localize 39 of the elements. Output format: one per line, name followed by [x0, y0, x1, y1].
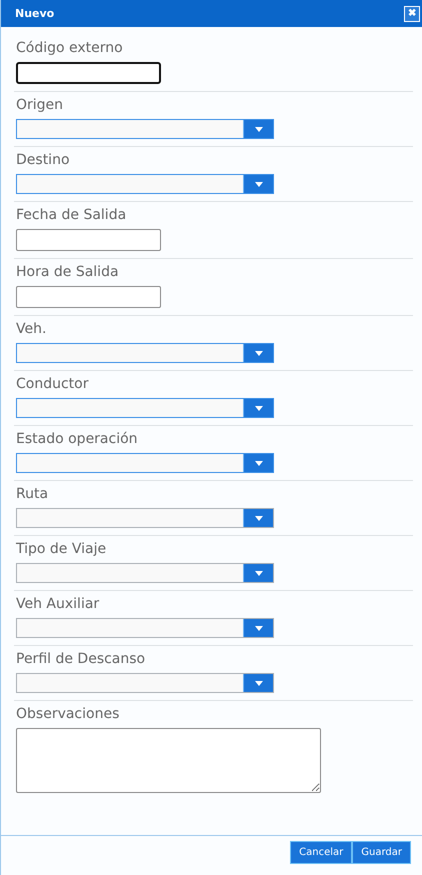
dropdown-field[interactable] [16, 618, 274, 638]
dropdown-field[interactable] [16, 673, 274, 693]
field-label: Perfil de Descanso [16, 650, 146, 669]
field-label: Conductor [16, 375, 88, 394]
caret-icon [254, 516, 262, 520]
field-label: Estado operación [16, 430, 138, 449]
field-label: Tipo de Viaje [16, 540, 106, 559]
caret-icon [254, 126, 262, 132]
caret-icon [254, 570, 262, 576]
dropdown-field[interactable] [16, 174, 274, 194]
dropdown-field[interactable] [16, 453, 274, 473]
close-button[interactable]: ✖ [404, 6, 420, 22]
caret-icon [254, 460, 262, 466]
dropdown-field[interactable] [16, 398, 274, 418]
input-field[interactable] [16, 229, 161, 251]
caret-icon [254, 406, 262, 410]
field-label: Hora de Salida [16, 263, 119, 282]
dropdown-field[interactable] [16, 343, 274, 363]
input-field[interactable] [16, 62, 161, 84]
window-title: Nuevo [15, 7, 54, 20]
text-area[interactable] [16, 728, 321, 793]
cancel-button[interactable]: Cancelar [290, 841, 352, 864]
field-label: Origen [16, 96, 64, 115]
dropdown-field[interactable] [16, 563, 274, 583]
input-field[interactable] [16, 286, 161, 308]
field-label: Ruta [16, 485, 48, 504]
field-label: Veh Auxiliar [16, 595, 100, 614]
caret-icon [254, 680, 262, 686]
caret-icon [254, 182, 262, 186]
dropdown-field[interactable] [16, 119, 274, 139]
caret-icon [254, 350, 262, 356]
field-label: Código externo [16, 39, 123, 58]
field-label: Fecha de Salida [16, 206, 126, 225]
field-label: Veh. [16, 320, 46, 339]
field-label: Destino [16, 151, 70, 170]
dropdown-field[interactable] [16, 508, 274, 528]
save-button[interactable]: Guardar [352, 841, 411, 864]
caret-icon [254, 626, 262, 630]
field-label: Observaciones [16, 705, 120, 724]
